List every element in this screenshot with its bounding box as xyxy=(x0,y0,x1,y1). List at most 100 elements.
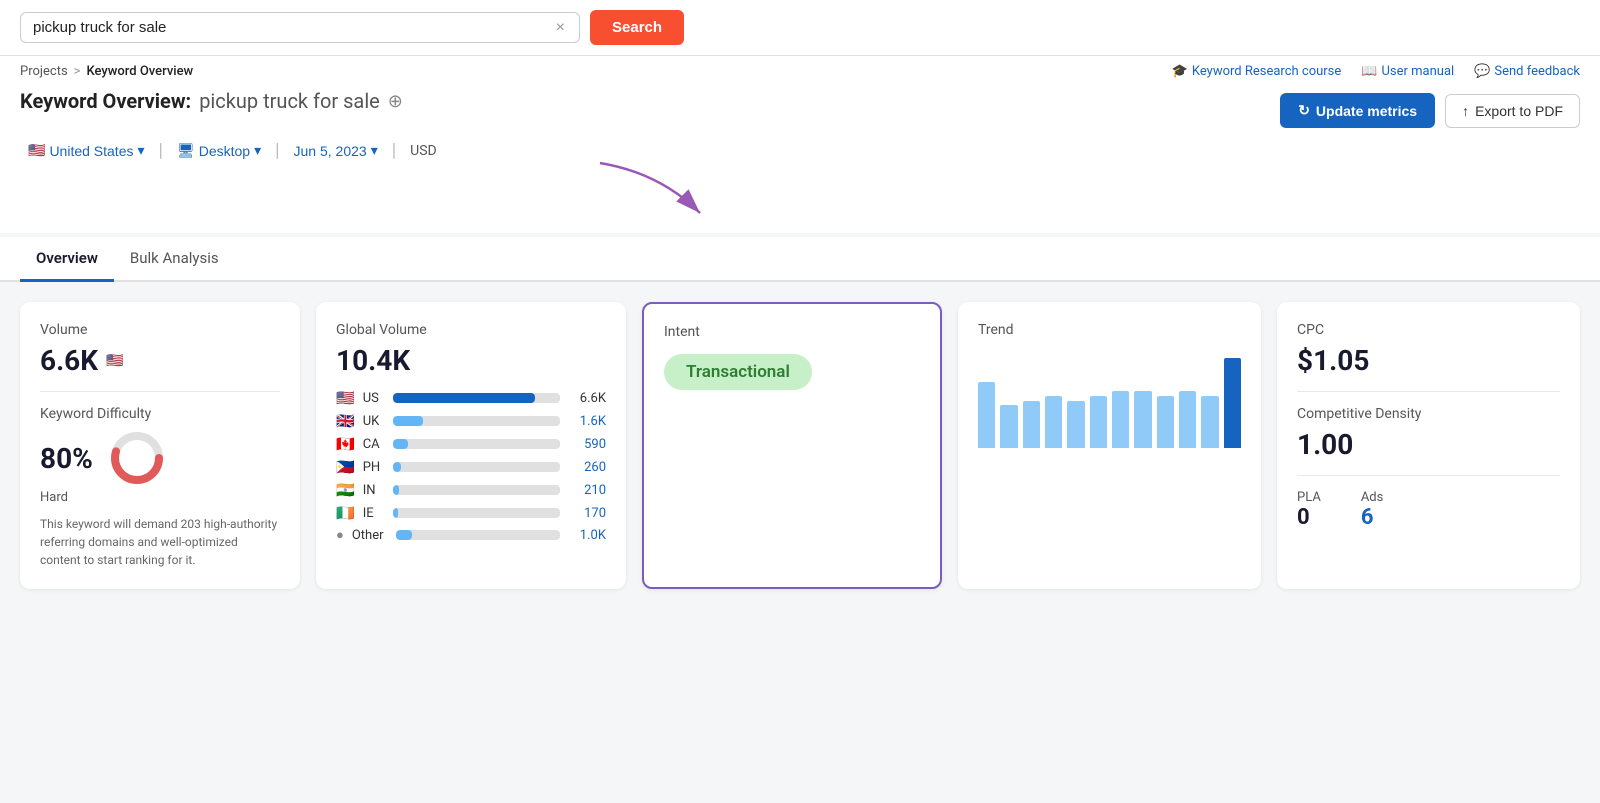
bar-row-other: ● Other 1.0K xyxy=(336,527,606,543)
device-filter[interactable]: 🖥 Desktop ▾ xyxy=(169,138,269,163)
intent-card: Intent Transactional xyxy=(642,302,942,589)
date-label: Jun 5, 2023 xyxy=(294,143,367,159)
bar-track-in xyxy=(393,485,560,495)
bar-row-ca: 🇨🇦 CA 590 xyxy=(336,435,606,453)
trend-bar-6 xyxy=(1112,391,1129,448)
ads-value: 6 xyxy=(1361,505,1384,530)
tab-bulk-analysis[interactable]: Bulk Analysis xyxy=(114,237,235,282)
trend-bar-11 xyxy=(1224,358,1241,448)
breadcrumb-current: Keyword Overview xyxy=(86,64,193,79)
country-in: IN xyxy=(363,483,385,498)
desktop-icon: 🖥 xyxy=(177,142,195,159)
trend-label: Trend xyxy=(978,322,1241,338)
cpc-competitive-card: CPC $1.05 Competitive Density 1.00 PLA 0… xyxy=(1277,302,1580,589)
volume-card: Volume 6.6K 🇺🇸 Keyword Difficulty 80% xyxy=(20,302,300,589)
cd-label: Competitive Density xyxy=(1297,406,1560,422)
bar-value-ca: 590 xyxy=(568,437,606,452)
filter-separator-1: | xyxy=(159,140,163,161)
export-label: Export to PDF xyxy=(1475,103,1563,119)
trend-bar-1 xyxy=(1000,405,1017,448)
device-chevron-icon: ▾ xyxy=(254,142,261,159)
cpc-divider xyxy=(1297,391,1560,392)
breadcrumb-separator: > xyxy=(74,64,81,79)
course-icon: 🎓 xyxy=(1172,64,1188,79)
bar-value-in: 210 xyxy=(568,483,606,498)
bar-row-uk: 🇬🇧 UK 1.6K xyxy=(336,412,606,430)
bar-track-ph xyxy=(393,462,560,472)
filter-separator-2: | xyxy=(275,140,279,161)
flag-ca: 🇨🇦 xyxy=(336,435,355,453)
export-icon: ↑ xyxy=(1462,103,1469,119)
country-us: US xyxy=(363,391,385,406)
trend-bar-5 xyxy=(1090,396,1107,448)
update-metrics-button[interactable]: ↻ Update metrics xyxy=(1280,93,1435,128)
country-ph: PH xyxy=(363,460,385,475)
cd-value: 1.00 xyxy=(1297,428,1560,461)
kd-label: Keyword Difficulty xyxy=(40,406,280,422)
country-label: United States xyxy=(49,143,133,159)
bar-fill-uk xyxy=(393,416,423,426)
trend-card: Trend xyxy=(958,302,1261,589)
header-actions: ↻ Update metrics ↑ Export to PDF xyxy=(1280,93,1580,128)
bar-fill-ie xyxy=(393,508,398,518)
pla-label: PLA xyxy=(1297,490,1321,505)
tabs-bar: Overview Bulk Analysis xyxy=(0,237,1600,282)
intent-label: Intent xyxy=(664,324,920,340)
flag-other: ● xyxy=(336,527,344,543)
bar-value-ie: 170 xyxy=(568,506,606,521)
bar-value-other: 1.0K xyxy=(568,528,606,543)
country-ca: CA xyxy=(363,437,385,452)
refresh-icon: ↻ xyxy=(1298,102,1310,119)
trend-bar-9 xyxy=(1179,391,1196,448)
filter-separator-3: | xyxy=(392,140,396,161)
feedback-icon: 💬 xyxy=(1474,64,1490,79)
country-bars: 🇺🇸 US 6.6K 🇬🇧 UK 1.6K xyxy=(336,389,606,543)
search-input[interactable] xyxy=(33,19,546,36)
trend-bar-2 xyxy=(1023,401,1040,448)
bar-row-ph: 🇵🇭 PH 260 xyxy=(336,458,606,476)
bar-fill-ph xyxy=(393,462,401,472)
export-pdf-button[interactable]: ↑ Export to PDF xyxy=(1445,94,1580,128)
country-ie: IE xyxy=(363,506,385,521)
bar-track-ie xyxy=(393,508,560,518)
country-filter[interactable]: 🇺🇸 United States ▾ xyxy=(20,138,153,163)
volume-row: 6.6K 🇺🇸 xyxy=(40,344,280,377)
volume-label: Volume xyxy=(40,322,280,338)
top-links: 🎓 Keyword Research course 📖 User manual … xyxy=(1172,64,1580,79)
flag-us: 🇺🇸 xyxy=(336,389,355,407)
trend-bar-3 xyxy=(1045,396,1062,448)
trend-bar-7 xyxy=(1134,391,1151,448)
tab-overview[interactable]: Overview xyxy=(20,237,114,282)
ads-label: Ads xyxy=(1361,490,1384,505)
kd-row: 80% xyxy=(40,428,280,488)
date-filter[interactable]: Jun 5, 2023 ▾ xyxy=(286,138,386,163)
global-volume-label: Global Volume xyxy=(336,322,606,338)
bar-track-other xyxy=(396,530,560,540)
search-button[interactable]: Search xyxy=(590,10,684,45)
bar-fill-other xyxy=(396,530,412,540)
trend-bar-4 xyxy=(1067,401,1084,448)
update-metrics-label: Update metrics xyxy=(1316,103,1417,119)
course-label: Keyword Research course xyxy=(1192,64,1341,79)
bar-value-ph: 260 xyxy=(568,460,606,475)
keyword-course-link[interactable]: 🎓 Keyword Research course xyxy=(1172,64,1342,79)
bar-row-ie: 🇮🇪 IE 170 xyxy=(336,504,606,522)
trend-bar-8 xyxy=(1157,396,1174,448)
add-keyword-icon[interactable]: ⊕ xyxy=(388,91,403,112)
bar-track-uk xyxy=(393,416,560,426)
user-manual-link[interactable]: 📖 User manual xyxy=(1361,64,1454,79)
currency-label: USD xyxy=(402,139,445,163)
kd-section: Keyword Difficulty 80% Hard This keyword… xyxy=(40,406,280,569)
send-feedback-link[interactable]: 💬 Send feedback xyxy=(1474,64,1580,79)
pla-ads-row: PLA 0 Ads 6 xyxy=(1297,490,1560,530)
search-clear-button[interactable]: × xyxy=(554,20,567,36)
page-header: Keyword Overview: pickup truck for sale … xyxy=(0,79,1600,128)
kd-hard-label: Hard xyxy=(40,490,280,505)
annotation-arrow xyxy=(580,153,880,223)
breadcrumb-projects[interactable]: Projects xyxy=(20,64,68,79)
bar-row-us: 🇺🇸 US 6.6K xyxy=(336,389,606,407)
breadcrumb-bar: Projects > Keyword Overview 🎓 Keyword Re… xyxy=(0,56,1600,79)
flag-ph: 🇵🇭 xyxy=(336,458,355,476)
us-flag-volume: 🇺🇸 xyxy=(106,353,123,369)
global-volume-value: 10.4K xyxy=(336,344,606,377)
